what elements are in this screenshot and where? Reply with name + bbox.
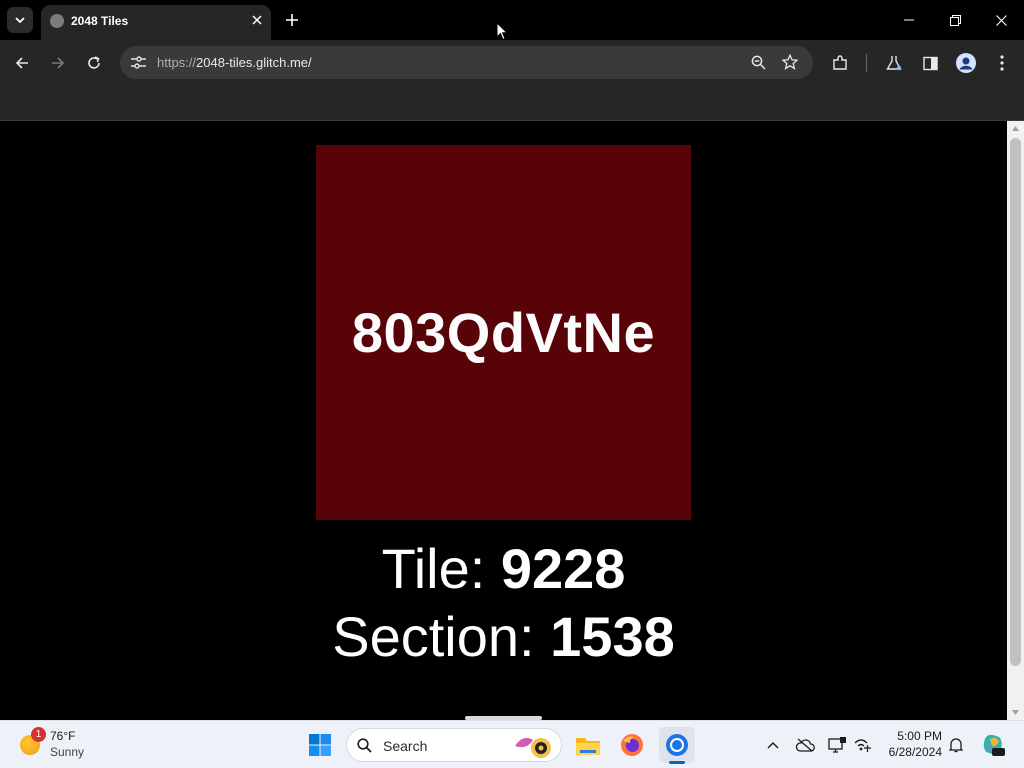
- network-volume-button[interactable]: [850, 733, 874, 757]
- reload-icon: [88, 56, 100, 69]
- windows-start-icon: [309, 734, 331, 756]
- chevron-down-icon: [1012, 710, 1019, 715]
- labs-icon: [886, 56, 902, 71]
- start-button[interactable]: [302, 727, 338, 763]
- browser-menu-button[interactable]: [988, 49, 1016, 77]
- page-viewport: 803QdVtNe Tile: 9228 Section: 1538: [0, 121, 1007, 720]
- profile-button[interactable]: [952, 49, 980, 77]
- tile-label: Tile:: [381, 537, 501, 600]
- url-host: 2048-tiles.glitch.me/: [196, 55, 312, 70]
- extensions-icon: [833, 55, 847, 70]
- close-icon: [252, 15, 262, 25]
- scrollbar-thumb[interactable]: [1010, 138, 1021, 666]
- zoom-icon: [751, 55, 766, 70]
- bell-icon: [949, 738, 963, 753]
- bookmark-star-button[interactable]: [776, 48, 804, 76]
- globe-icon: [50, 14, 64, 28]
- mouse-cursor-icon: [496, 22, 508, 41]
- close-tab-button[interactable]: [248, 11, 266, 29]
- tile-display: 803QdVtNe: [316, 145, 691, 520]
- back-button[interactable]: [8, 49, 36, 77]
- chevron-up-icon: [767, 742, 779, 749]
- windows-taskbar: 1 76°F Sunny Search 5:00 PM 6/28/2024: [0, 720, 1024, 768]
- tile-code: 803QdVtNe: [351, 301, 656, 364]
- section-label: Section:: [332, 605, 551, 668]
- page-scrollbar[interactable]: [1007, 121, 1024, 720]
- site-info-button[interactable]: [125, 49, 152, 76]
- section-number-line: Section: 1538: [0, 605, 1007, 669]
- bookmarks-bar: [0, 85, 1024, 121]
- search-label: Search: [383, 738, 428, 754]
- close-window-button[interactable]: [987, 6, 1015, 34]
- firefox-icon: [621, 734, 643, 756]
- labs-button[interactable]: [880, 49, 908, 77]
- address-bar[interactable]: https://2048-tiles.glitch.me/: [120, 46, 813, 79]
- side-panel-icon: [922, 56, 938, 70]
- clock-date: 6/28/2024: [888, 745, 942, 759]
- minimize-button[interactable]: [895, 6, 923, 34]
- site-settings-icon: [131, 56, 146, 69]
- scroll-down-button[interactable]: [1007, 705, 1024, 720]
- minimize-icon: [904, 19, 914, 21]
- back-icon: [15, 57, 28, 69]
- toolbar-separator: [866, 54, 867, 72]
- tab-2048-tiles[interactable]: 2048 Tiles: [41, 5, 271, 40]
- side-panel-button[interactable]: [916, 49, 944, 77]
- copilot-button[interactable]: [979, 731, 1007, 759]
- forward-icon: [52, 57, 65, 69]
- onedrive-icon: [795, 738, 815, 752]
- close-icon: [995, 14, 1007, 26]
- firefox-button[interactable]: [614, 727, 650, 763]
- restore-icon: [949, 14, 961, 26]
- section-value: 1538: [550, 605, 675, 668]
- system-clock[interactable]: 5:00 PM 6/28/2024: [880, 728, 942, 760]
- tab-title: 2048 Tiles: [71, 14, 129, 28]
- weather-temperature: 76°F: [50, 729, 76, 743]
- notifications-button[interactable]: [944, 733, 968, 757]
- weather-widget[interactable]: 1 76°F Sunny: [16, 727, 106, 763]
- tab-list-button[interactable]: [7, 7, 33, 33]
- star-icon: [782, 54, 798, 70]
- active-app-indicator: [669, 761, 685, 764]
- browser-toolbar: https://2048-tiles.glitch.me/: [0, 40, 1024, 85]
- reload-button[interactable]: [80, 49, 108, 77]
- url-text[interactable]: https://2048-tiles.glitch.me/: [157, 55, 312, 70]
- plus-icon: [286, 14, 298, 26]
- chrome-button[interactable]: [659, 727, 695, 763]
- title-bar: 2048 Tiles: [0, 0, 1024, 41]
- restore-button[interactable]: [941, 6, 969, 34]
- taskbar-search[interactable]: Search: [346, 728, 562, 762]
- file-explorer-icon: [576, 738, 600, 755]
- show-hidden-icons-button[interactable]: [761, 733, 785, 757]
- chrome-icon: [666, 734, 688, 756]
- chevron-up-icon: [1012, 126, 1019, 131]
- scroll-up-button[interactable]: [1007, 121, 1024, 136]
- new-tab-button[interactable]: [281, 9, 303, 31]
- profile-icon: [956, 53, 976, 73]
- tile-value: 9228: [500, 537, 626, 600]
- url-scheme: https://: [157, 55, 197, 70]
- display-icon: [828, 737, 846, 753]
- tile-number-line: Tile: 9228: [0, 537, 1007, 601]
- search-icon: [357, 738, 372, 753]
- copilot-icon: [983, 734, 1005, 756]
- tab-list-icon: [15, 17, 25, 24]
- extensions-button[interactable]: [826, 49, 854, 77]
- display-button[interactable]: [825, 733, 849, 757]
- onedrive-button[interactable]: [793, 733, 817, 757]
- clock-time: 5:00 PM: [897, 729, 942, 743]
- weather-condition: Sunny: [50, 745, 85, 759]
- forward-button[interactable]: [44, 49, 72, 77]
- menu-icon: [1000, 55, 1004, 71]
- file-explorer-button[interactable]: [570, 727, 606, 763]
- notification-badge: 1: [31, 727, 46, 742]
- search-highlight-icon: [515, 738, 551, 758]
- network-icon: [854, 739, 871, 752]
- zoom-button[interactable]: [744, 48, 772, 76]
